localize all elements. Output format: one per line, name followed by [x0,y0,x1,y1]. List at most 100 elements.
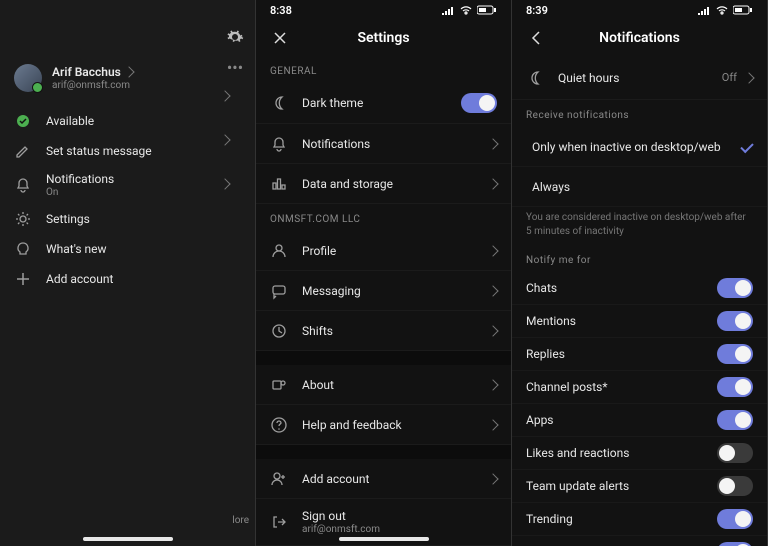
close-button[interactable] [268,26,292,50]
moon-icon [270,94,288,112]
settings-row[interactable]: Add account [256,459,511,499]
chevron-right-icon [123,66,134,77]
bulb-icon [14,240,32,258]
toggle-label: Apps [526,413,703,427]
sidebar-item[interactable]: Add account [0,264,255,294]
sidebar-item-label: What's new [46,242,241,256]
addperson-icon [270,470,288,488]
settings-row[interactable]: Messaging [256,271,511,311]
gear-icon [14,210,32,228]
toggle[interactable] [717,278,753,298]
settings-row[interactable]: Profile [256,231,511,271]
quiet-icon [526,69,544,87]
row-label: Add account [302,472,475,486]
notify-toggle-row[interactable]: Channel posts* [512,371,767,404]
teams-icon [270,376,288,394]
phone-settings: 8:38 Settings GENERAL Dark theme Notificat… [256,0,512,546]
toggle-label: Mentions [526,314,703,328]
toggle[interactable] [717,311,753,331]
nav-header: Settings [256,20,511,56]
chevron-right-icon [487,325,498,336]
settings-list[interactable]: GENERAL Dark theme NotificationsData and s… [256,56,511,546]
settings-row[interactable]: Data and storage [256,164,511,204]
toggle[interactable] [717,344,753,364]
toggle[interactable] [717,509,753,529]
toggle[interactable] [717,476,753,496]
profile-name: Arif Bacchus [52,65,121,79]
section-header: Receive notifications [512,100,767,127]
settings-row[interactable]: About [256,365,511,405]
row-label: Sign out [302,509,483,523]
receive-option[interactable]: Only when inactive on desktop/web [512,127,767,167]
close-icon [273,31,287,45]
back-button[interactable] [524,26,548,50]
plus-icon [14,270,32,288]
notify-toggle-row[interactable]: Trending [512,503,767,536]
status-icons [697,5,753,15]
notify-toggle-row[interactable]: Apps [512,404,767,437]
home-indicator[interactable] [339,537,429,541]
notify-toggle-row[interactable]: Shifts [512,536,767,546]
signal-icon [697,5,711,15]
section-header: Notify me for [512,245,767,272]
sidebar-item[interactable]: Available [0,106,255,136]
row-label: Profile [302,244,475,258]
notify-toggle-row[interactable]: Likes and reactions [512,437,767,470]
toggle-label: Channel posts* [526,380,703,394]
row-label: Dark theme [302,96,447,110]
toggle-label: Trending [526,512,703,526]
status-bar: 8:38 [256,0,511,20]
sidebar-item[interactable]: Set status message [0,136,255,166]
option-label: Only when inactive on desktop/web [526,140,727,154]
option-label: Always [526,180,739,194]
gear-icon[interactable] [226,28,244,46]
person-icon [270,242,288,260]
notifications-list[interactable]: Quiet hoursOffReceive notifications Only … [512,56,767,546]
sidebar-item-sub: On [46,187,241,198]
toggle[interactable] [717,377,753,397]
toggle[interactable] [717,443,753,463]
battery-icon [477,5,497,15]
notify-toggle-row[interactable]: Chats [512,272,767,305]
settings-row[interactable]: Shifts [256,311,511,351]
signal-icon [441,5,455,15]
sidebar-menu: AvailableSet status messageNotifications… [0,106,255,294]
notify-toggle-row[interactable]: Team update alerts [512,470,767,503]
sidebar-item[interactable]: Settings [0,204,255,234]
notify-toggle-row[interactable]: Mentions [512,305,767,338]
edit-icon [14,142,32,160]
toggle-label: Likes and reactions [526,446,703,460]
chevron-right-icon [487,178,498,189]
row-sub: arif@onmsft.com [302,524,483,535]
receive-option[interactable]: Always [512,167,767,207]
settings-row[interactable]: Help and feedback [256,405,511,445]
settings-row[interactable]: Dark theme [256,83,511,124]
presence-dot [14,112,32,130]
sidebar-item[interactable]: What's new [0,234,255,264]
phone-sidebar: 8:38 ••• Arif Bacchus arif@onmsft.com Av… [0,0,256,546]
toggle[interactable] [461,93,497,113]
section-header: ONMSFT.COM LLC [256,204,511,231]
section-header: GENERAL [256,56,511,83]
toggle[interactable] [717,542,753,546]
notify-toggle-row[interactable]: Replies [512,338,767,371]
chevron-right-icon [487,285,498,296]
sidebar-item[interactable]: NotificationsOn [0,166,255,204]
chevron-right-icon [487,419,498,430]
sidebar-item-label: Notifications [46,172,241,186]
profile-row[interactable]: Arif Bacchus arif@onmsft.com [0,50,255,106]
checkmark-icon [740,140,753,153]
chevron-right-icon [487,379,498,390]
settings-row[interactable]: Notifications [256,124,511,164]
profile-email: arif@onmsft.com [52,80,133,91]
home-indicator[interactable] [83,537,173,541]
toggle[interactable] [717,410,753,430]
chevron-right-icon [487,138,498,149]
row-label: Help and feedback [302,418,475,432]
quiet-hours-row[interactable]: Quiet hoursOff [512,56,767,100]
bell-icon [14,176,32,194]
status-time: 8:39 [526,4,548,17]
signout-icon [270,513,288,531]
nav-header: Notifications [512,20,767,56]
toggle-label: Chats [526,281,703,295]
